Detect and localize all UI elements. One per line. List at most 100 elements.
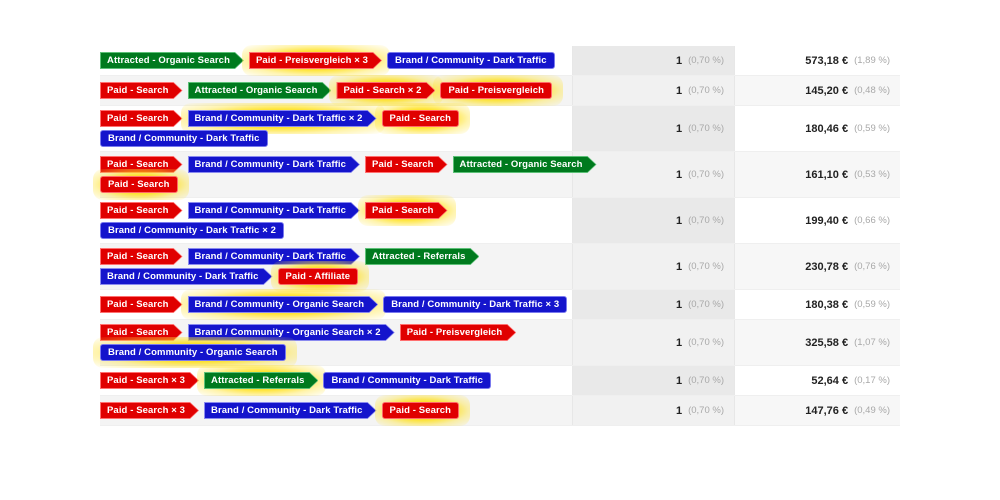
channel-chip[interactable]: Paid - Search: [100, 296, 183, 313]
channel-chip[interactable]: Paid - Search: [100, 110, 183, 127]
channel-chip-label: Paid - Preisvergleich × 3: [255, 54, 369, 66]
channel-chip[interactable]: Brand / Community - Dark Traffic: [188, 202, 361, 219]
chip-highlight-glow: Attracted - Referrals: [196, 365, 327, 396]
table-row[interactable]: Paid - Search Attracted - Organic Search P…: [100, 75, 900, 106]
path-cell: Attracted - Organic Search Paid - Preisve…: [100, 45, 572, 76]
conversions-cell: 1 (0,70 %): [572, 290, 735, 319]
channel-chip[interactable]: Attracted - Referrals: [204, 372, 318, 389]
channel-chip-label: Paid - Search: [107, 84, 169, 96]
chip-highlight-glow: Brand / Community - Dark Traffic × 2: [180, 103, 385, 134]
channel-chip[interactable]: Brand / Community - Organic Search × 2: [188, 324, 395, 341]
channel-chip[interactable]: Paid - Search: [365, 156, 448, 173]
attribution-path-table-screen: Attracted - Organic Search Paid - Preisve…: [0, 0, 1000, 500]
channel-chip-label: Paid - Search: [107, 204, 169, 216]
channel-chip-label: Paid - Affiliate: [285, 270, 351, 282]
attribution-path-table: Attracted - Organic Search Paid - Preisve…: [93, 45, 900, 426]
channel-chip[interactable]: Paid - Search: [100, 324, 183, 341]
channel-chip[interactable]: Paid - Search: [100, 82, 183, 99]
channel-chip[interactable]: Paid - Preisvergleich × 3: [249, 52, 382, 69]
chip-highlight-glow: Paid - Search: [374, 395, 470, 426]
channel-chip[interactable]: Paid - Preisvergleich: [400, 324, 517, 341]
conversions-cell: 1 (0,70 %): [572, 320, 735, 365]
channel-chip[interactable]: Attracted - Referrals: [365, 248, 479, 265]
channel-chip[interactable]: Brand / Community - Dark Traffic: [100, 130, 268, 147]
revenue-value: 573,18 €: [805, 54, 849, 67]
channel-chip[interactable]: Paid - Affiliate: [277, 268, 359, 285]
channel-chip[interactable]: Brand / Community - Dark Traffic × 2: [188, 110, 377, 127]
channel-chip[interactable]: Paid - Search: [100, 176, 178, 193]
channel-chip[interactable]: Brand / Community - Dark Traffic: [188, 248, 361, 265]
conversions-cell: 1 (0,70 %): [572, 396, 735, 425]
path-cell: Paid - Search Brand / Community - Dark Tr…: [93, 152, 572, 200]
conversions-cell: 1 (0,70 %): [572, 366, 735, 395]
conversions-percent: (0,70 %): [688, 55, 724, 66]
conversions-value: 1: [675, 336, 683, 349]
channel-chip[interactable]: Paid - Preisvergleich: [440, 82, 553, 99]
channel-chip[interactable]: Brand / Community - Dark Traffic × 3: [383, 296, 568, 313]
revenue-percent: (0,17 %): [854, 375, 890, 386]
channel-chip[interactable]: Paid - Search: [100, 156, 183, 173]
channel-chip[interactable]: Brand / Community - Dark Traffic: [387, 52, 555, 69]
conversions-percent: (0,70 %): [688, 299, 724, 310]
conversions-percent: (0,70 %): [688, 215, 724, 226]
channel-chip[interactable]: Brand / Community - Dark Traffic: [100, 268, 273, 285]
table-row[interactable]: Paid - Search × 3 Attracted - Referrals Br…: [100, 365, 900, 396]
table-row[interactable]: Paid - Search Brand / Community - Dark Tr…: [100, 195, 900, 244]
chip-highlight-glow: Paid - Preisvergleich: [433, 75, 563, 106]
channel-chip-label: Attracted - Organic Search: [107, 54, 230, 66]
channel-chip[interactable]: Paid - Search: [100, 248, 183, 265]
channel-chip-label: Paid - Preisvergleich: [406, 326, 503, 338]
revenue-percent: (0,59 %): [854, 123, 890, 134]
channel-chip[interactable]: Attracted - Organic Search: [188, 82, 332, 99]
path-cell: Paid - Search Brand / Community - Dark Tr…: [100, 244, 572, 292]
channel-chip[interactable]: Paid - Search: [381, 402, 460, 419]
channel-chip-label: Brand / Community - Dark Traffic: [107, 270, 259, 282]
table-row[interactable]: Paid - Search × 3 Brand / Community - Dar…: [100, 395, 900, 426]
revenue-percent: (0,53 %): [854, 169, 890, 180]
channel-chip[interactable]: Paid - Search × 3: [100, 402, 199, 419]
channel-chip-label: Paid - Search: [107, 112, 169, 124]
table-row[interactable]: Paid - Search Brand / Community - Dark Tr…: [93, 152, 900, 200]
revenue-cell: 147,76 € (0,49 %): [735, 396, 900, 425]
channel-chip[interactable]: Paid - Search: [365, 202, 448, 219]
channel-chip-label: Brand / Community - Organic Search: [194, 298, 365, 310]
channel-chip-label: Attracted - Organic Search: [459, 158, 583, 170]
conversions-percent: (0,70 %): [688, 337, 724, 348]
conversions-value: 1: [675, 214, 683, 227]
channel-chip[interactable]: Paid - Search × 3: [100, 372, 199, 389]
channel-chip-label: Paid - Search: [107, 158, 169, 170]
channel-chip[interactable]: Paid - Search: [381, 110, 460, 127]
channel-chip[interactable]: Brand / Community - Organic Search: [100, 344, 286, 361]
channel-chip-label: Brand / Community - Dark Traffic: [395, 54, 547, 66]
revenue-cell: 199,40 € (0,66 %): [735, 198, 900, 243]
revenue-percent: (1,89 %): [854, 55, 890, 66]
path-cell: Paid - Search × 3 Attracted - Referrals Br…: [100, 365, 572, 396]
channel-chip-label: Paid - Search: [107, 326, 169, 338]
table-row[interactable]: Paid - Search Brand / Community - Dark Tr…: [100, 244, 900, 292]
channel-chip[interactable]: Attracted - Organic Search: [453, 156, 597, 173]
chip-highlight-glow: Paid - Search: [93, 169, 188, 200]
channel-chip-label: Brand / Community - Dark Traffic: [331, 374, 483, 386]
chip-line: Paid - Search Brand / Community - Dark Tr…: [100, 195, 572, 226]
path-cell: Paid - Search Brand / Community - Dark Tr…: [100, 103, 572, 151]
channel-chip[interactable]: Paid - Search × 2: [336, 82, 435, 99]
revenue-percent: (0,66 %): [854, 215, 890, 226]
revenue-value: 199,40 €: [805, 214, 849, 227]
revenue-cell: 180,38 € (0,59 %): [735, 290, 900, 319]
channel-chip[interactable]: Paid - Search: [100, 202, 183, 219]
channel-chip[interactable]: Brand / Community - Dark Traffic × 2: [100, 222, 285, 239]
channel-chip[interactable]: Brand / Community - Dark Traffic: [188, 156, 361, 173]
channel-chip[interactable]: Brand / Community - Dark Traffic: [204, 402, 377, 419]
table-row[interactable]: Paid - Search Brand / Community - Organic…: [93, 320, 900, 368]
channel-chip[interactable]: Brand / Community - Dark Traffic: [323, 372, 491, 389]
revenue-cell: 145,20 € (0,48 %): [735, 76, 900, 105]
chip-line: Paid - Search Brand / Community - Organic…: [100, 324, 572, 341]
channel-chip[interactable]: Brand / Community - Organic Search: [188, 296, 379, 313]
channel-chip-label: Paid - Search: [107, 298, 169, 310]
table-row[interactable]: Paid - Search Brand / Community - Organic…: [100, 289, 900, 320]
table-row[interactable]: Paid - Search Brand / Community - Dark Tr…: [100, 103, 900, 152]
table-row[interactable]: Attracted - Organic Search Paid - Preisve…: [100, 45, 900, 76]
channel-chip[interactable]: Attracted - Organic Search: [100, 52, 244, 69]
chip-line: Paid - Search Brand / Community - Dark Tr…: [100, 248, 572, 265]
chip-line: Paid - Search × 3 Brand / Community - Dar…: [100, 395, 572, 426]
